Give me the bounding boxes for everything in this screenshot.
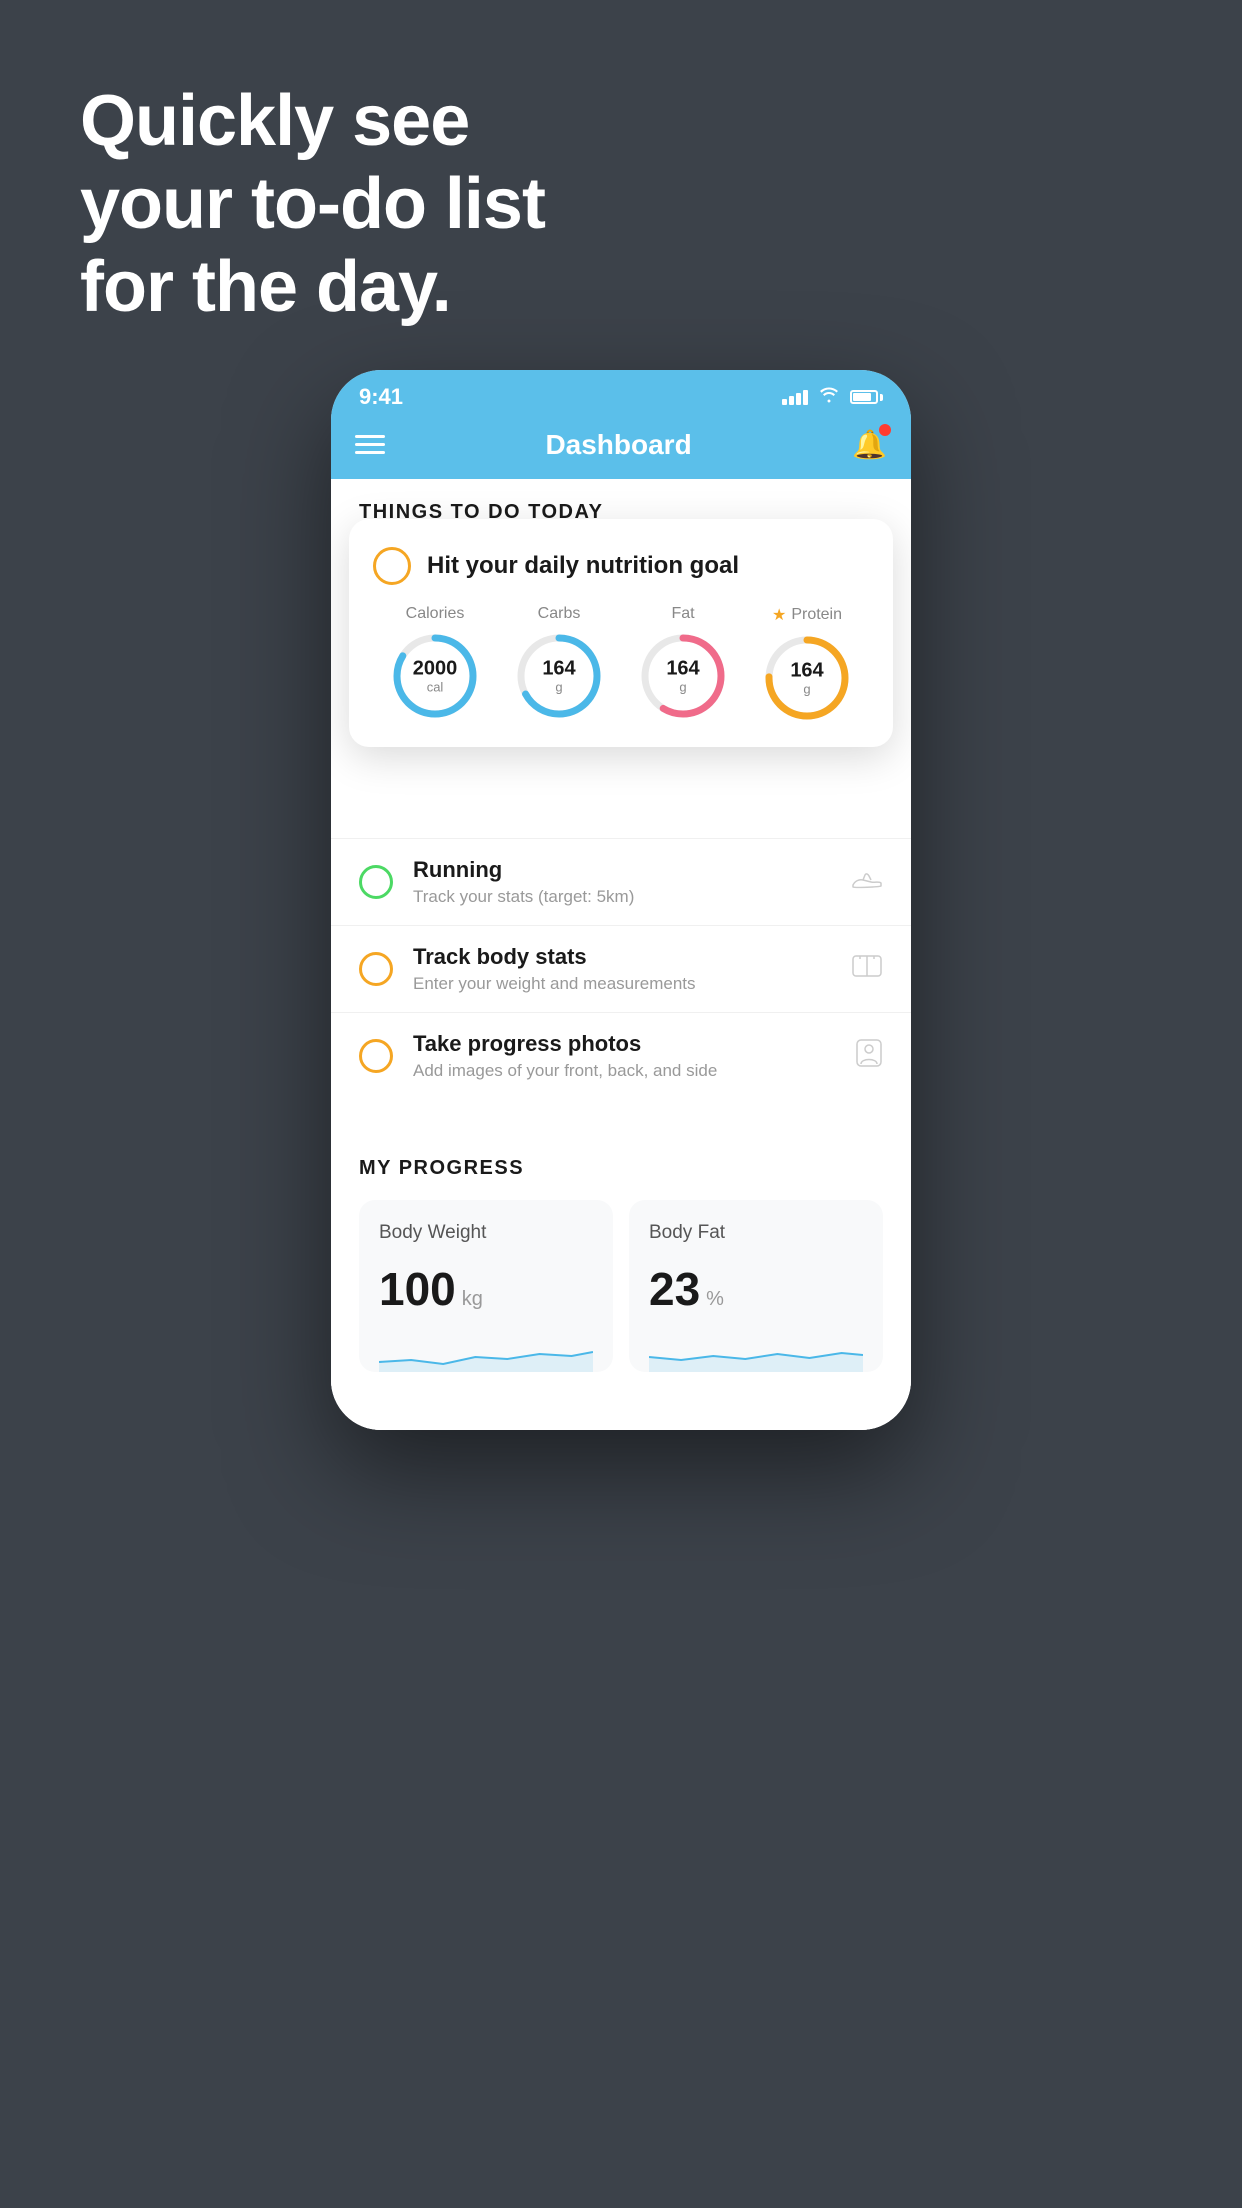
todo-text-photos: Take progress photos Add images of your … bbox=[413, 1031, 835, 1081]
protein-ring-item: ★ Protein 164 g bbox=[762, 605, 852, 723]
signal-bars-icon bbox=[782, 390, 808, 405]
progress-cards: Body Weight 100 kg Body Fat bbox=[359, 1200, 883, 1372]
battery-icon bbox=[850, 390, 883, 404]
headline-line2: your to-do list bbox=[80, 163, 545, 246]
nav-bar: Dashboard 🔔 bbox=[331, 418, 911, 479]
body-fat-unit: % bbox=[706, 1288, 724, 1311]
todo-circle-body-stats bbox=[359, 952, 393, 986]
body-fat-value: 23 bbox=[649, 1262, 700, 1316]
wifi-icon bbox=[818, 386, 840, 409]
protein-label: ★ Protein bbox=[772, 605, 842, 625]
status-icons bbox=[782, 386, 883, 409]
headline-line1: Quickly see bbox=[80, 80, 545, 163]
body-weight-title: Body Weight bbox=[379, 1222, 593, 1244]
todo-title-running: Running bbox=[413, 857, 831, 883]
calories-ring-item: Calories 2000 cal bbox=[390, 605, 480, 721]
status-bar: 9:41 bbox=[331, 370, 911, 418]
body-weight-chart bbox=[379, 1332, 593, 1372]
fat-ring-item: Fat 164 g bbox=[638, 605, 728, 721]
protein-star-icon: ★ bbox=[772, 605, 786, 625]
person-icon bbox=[855, 1038, 883, 1075]
notification-dot bbox=[879, 424, 891, 436]
todo-title-photos: Take progress photos bbox=[413, 1031, 835, 1057]
todo-title-body-stats: Track body stats bbox=[413, 944, 831, 970]
fat-unit: g bbox=[666, 680, 699, 695]
body-weight-unit: kg bbox=[462, 1288, 483, 1311]
body-fat-chart bbox=[649, 1332, 863, 1372]
fat-label: Fat bbox=[671, 605, 694, 623]
carbs-label: Carbs bbox=[538, 605, 581, 623]
carbs-ring: 164 g bbox=[514, 631, 604, 721]
scale-icon bbox=[851, 952, 883, 987]
protein-unit: g bbox=[790, 682, 823, 697]
protein-ring: 164 g bbox=[762, 633, 852, 723]
content-area: THINGS TO DO TODAY Hit your daily nutrit… bbox=[331, 479, 911, 1430]
calories-value: 2000 bbox=[413, 658, 458, 680]
body-fat-title: Body Fat bbox=[649, 1222, 863, 1244]
todo-list: Running Track your stats (target: 5km) T… bbox=[331, 828, 911, 1099]
todo-item-body-stats[interactable]: Track body stats Enter your weight and m… bbox=[331, 925, 911, 1012]
nutrition-card-title: Hit your daily nutrition goal bbox=[427, 552, 739, 580]
todo-item-photos[interactable]: Take progress photos Add images of your … bbox=[331, 1012, 911, 1099]
todo-subtitle-body-stats: Enter your weight and measurements bbox=[413, 974, 831, 994]
calories-unit: cal bbox=[413, 680, 458, 695]
body-weight-value: 100 bbox=[379, 1262, 456, 1316]
carbs-value: 164 bbox=[542, 658, 575, 680]
todo-subtitle-running: Track your stats (target: 5km) bbox=[413, 887, 831, 907]
carbs-ring-item: Carbs 164 g bbox=[514, 605, 604, 721]
todo-text-running: Running Track your stats (target: 5km) bbox=[413, 857, 831, 907]
calories-ring: 2000 cal bbox=[390, 631, 480, 721]
body-weight-value-row: 100 kg bbox=[379, 1262, 593, 1316]
protein-value: 164 bbox=[790, 660, 823, 682]
carbs-unit: g bbox=[542, 680, 575, 695]
body-fat-value-row: 23 % bbox=[649, 1262, 863, 1316]
nutrition-card: Hit your daily nutrition goal Calories 2… bbox=[349, 519, 893, 747]
todo-subtitle-photos: Add images of your front, back, and side bbox=[413, 1061, 835, 1081]
fat-ring: 164 g bbox=[638, 631, 728, 721]
todo-item-running[interactable]: Running Track your stats (target: 5km) bbox=[331, 838, 911, 925]
body-weight-card[interactable]: Body Weight 100 kg bbox=[359, 1200, 613, 1372]
todo-circle-photos bbox=[359, 1039, 393, 1073]
headline: Quickly see your to-do list for the day. bbox=[80, 80, 545, 328]
progress-section: MY PROGRESS Body Weight 100 kg bbox=[331, 1129, 911, 1400]
todo-circle-running bbox=[359, 865, 393, 899]
notification-bell-button[interactable]: 🔔 bbox=[852, 428, 887, 461]
calories-label: Calories bbox=[406, 605, 465, 623]
progress-header: MY PROGRESS bbox=[359, 1157, 883, 1180]
status-time: 9:41 bbox=[359, 384, 403, 410]
nav-title: Dashboard bbox=[545, 429, 691, 461]
body-fat-card[interactable]: Body Fat 23 % bbox=[629, 1200, 883, 1372]
todo-text-body-stats: Track body stats Enter your weight and m… bbox=[413, 944, 831, 994]
nutrition-rings: Calories 2000 cal Carbs bbox=[373, 605, 869, 723]
headline-line3: for the day. bbox=[80, 246, 545, 329]
menu-button[interactable] bbox=[355, 435, 385, 454]
phone-mockup: 9:41 bbox=[331, 370, 911, 1430]
fat-value: 164 bbox=[666, 658, 699, 680]
phone-bottom bbox=[331, 1400, 911, 1430]
shoe-icon bbox=[851, 866, 883, 898]
todo-circle-nutrition[interactable] bbox=[373, 547, 411, 585]
